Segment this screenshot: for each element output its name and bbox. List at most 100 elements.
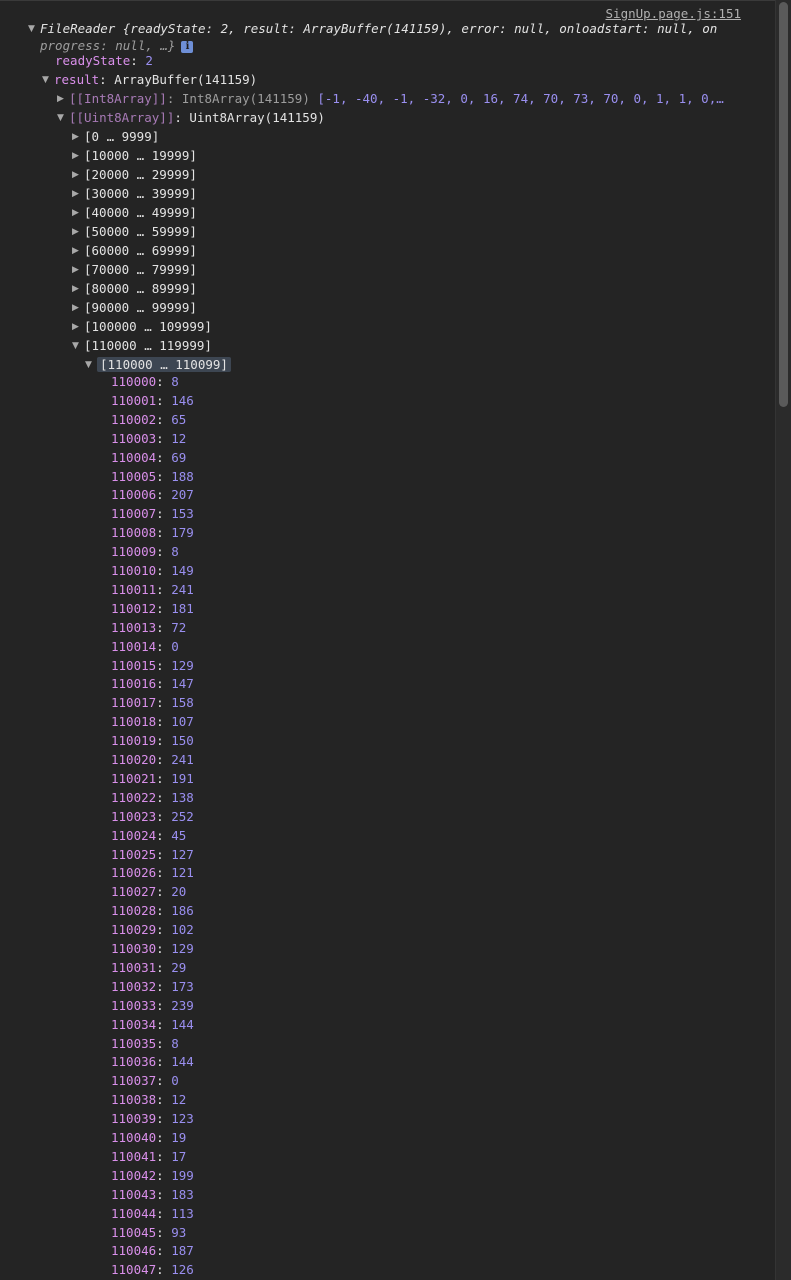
colon: : — [156, 506, 172, 521]
entry-value: 107 — [171, 714, 194, 729]
range-group[interactable]: ▶ [90000 … 99999] — [72, 299, 197, 317]
property-value: ArrayBuffer(141159) — [114, 72, 258, 87]
range-label: [0 … 9999] — [84, 129, 160, 144]
collapsed-triangle-icon[interactable]: ▶ — [72, 242, 84, 260]
range-group[interactable]: ▶ [70000 … 79999] — [72, 261, 197, 279]
entry-index: 110028 — [111, 903, 157, 918]
entry-index: 110020 — [111, 752, 157, 767]
entry-value: 72 — [171, 620, 187, 635]
range-group[interactable]: ▶ [40000 … 49999] — [72, 204, 197, 222]
entry-index: 110007 — [111, 506, 157, 521]
collapsed-triangle-icon[interactable]: ▶ — [72, 261, 84, 279]
colon: : — [156, 998, 172, 1013]
array-entry: 110046: 187 — [111, 1242, 194, 1260]
entry-value: 187 — [171, 1243, 194, 1258]
entry-index: 110031 — [111, 960, 157, 975]
colon: : — [166, 91, 182, 106]
property-result[interactable]: ▼ result: ArrayBuffer(141159) — [42, 71, 257, 89]
entry-index: 110029 — [111, 922, 157, 937]
entry-value: 150 — [171, 733, 194, 748]
range-group[interactable]: ▶ [10000 … 19999] — [72, 147, 197, 165]
entry-value: 144 — [171, 1017, 194, 1032]
expanded-triangle-icon[interactable]: ▼ — [72, 337, 84, 355]
entry-value: 123 — [171, 1111, 194, 1126]
entry-index: 110034 — [111, 1017, 157, 1032]
collapsed-triangle-icon[interactable]: ▶ — [72, 128, 84, 146]
range-group[interactable]: ▶ [50000 … 59999] — [72, 223, 197, 241]
collapsed-triangle-icon[interactable]: ▶ — [72, 318, 84, 336]
expanded-triangle-icon[interactable]: ▼ — [57, 109, 69, 127]
info-icon[interactable]: i — [181, 41, 194, 53]
entry-index: 110030 — [111, 941, 157, 956]
array-entry: 110016: 147 — [111, 675, 194, 693]
range-label: [50000 … 59999] — [84, 224, 197, 239]
expanded-triangle-icon[interactable]: ▼ — [28, 20, 40, 38]
vertical-scrollbar[interactable] — [775, 0, 791, 1280]
array-entry: 110042: 199 — [111, 1167, 194, 1185]
array-entry: 110003: 12 — [111, 430, 186, 448]
range-group[interactable]: ▶ [30000 … 39999] — [72, 185, 197, 203]
array-entry: 110011: 241 — [111, 581, 194, 599]
range-group[interactable]: ▶ [100000 … 109999] — [72, 318, 212, 336]
range-group[interactable]: ▶ [20000 … 29999] — [72, 166, 197, 184]
array-entry: 110022: 138 — [111, 789, 194, 807]
range-group[interactable]: ▶ [0 … 9999] — [72, 128, 159, 146]
collapsed-triangle-icon[interactable]: ▶ — [72, 299, 84, 317]
source-link[interactable]: SignUp.page.js:151 — [606, 6, 741, 21]
entry-index: 110012 — [111, 601, 157, 616]
array-entry: 110005: 188 — [111, 468, 194, 486]
property-value: 2 — [145, 53, 153, 68]
entry-value: 138 — [171, 790, 194, 805]
collapsed-triangle-icon[interactable]: ▶ — [72, 147, 84, 165]
entry-index: 110035 — [111, 1036, 157, 1051]
array-entry: 110031: 29 — [111, 959, 186, 977]
property-uint8array[interactable]: ▼ [[Uint8Array]]: Uint8Array(141159) — [57, 109, 325, 127]
console-top-border — [0, 0, 775, 1]
subrange-group-selected[interactable]: ▼ [110000 … 110099] — [85, 356, 231, 374]
entry-value: 69 — [171, 450, 187, 465]
array-entry: 110032: 173 — [111, 978, 194, 996]
collapsed-triangle-icon[interactable]: ▶ — [57, 90, 69, 108]
entry-value: 29 — [171, 960, 187, 975]
range-label: [90000 … 99999] — [84, 300, 197, 315]
expanded-triangle-icon[interactable]: ▼ — [42, 71, 54, 89]
array-entry: 110026: 121 — [111, 864, 194, 882]
entry-index: 110041 — [111, 1149, 157, 1164]
colon: : — [156, 1054, 172, 1069]
entry-index: 110047 — [111, 1262, 157, 1277]
entry-index: 110027 — [111, 884, 157, 899]
range-group-expanded[interactable]: ▼ [110000 … 119999] — [72, 337, 212, 355]
collapsed-triangle-icon[interactable]: ▶ — [72, 185, 84, 203]
entry-index: 110002 — [111, 412, 157, 427]
entry-value: 188 — [171, 469, 194, 484]
filereader-summary[interactable]: ▼ FileReader {readyState: 2, result: Arra… — [28, 20, 717, 38]
collapsed-triangle-icon[interactable]: ▶ — [72, 223, 84, 241]
range-group[interactable]: ▶ [80000 … 89999] — [72, 280, 197, 298]
colon: : — [156, 922, 172, 937]
expanded-triangle-icon[interactable]: ▼ — [85, 356, 97, 374]
property-int8array[interactable]: ▶ [[Int8Array]]: Int8Array(141159) [-1, -… — [57, 90, 724, 108]
array-entry: 110018: 107 — [111, 713, 194, 731]
collapsed-triangle-icon[interactable]: ▶ — [72, 280, 84, 298]
array-entry: 110038: 12 — [111, 1091, 186, 1109]
colon: : — [156, 903, 172, 918]
entry-index: 110011 — [111, 582, 157, 597]
entry-index: 110006 — [111, 487, 157, 502]
scrollbar-thumb[interactable] — [779, 2, 788, 407]
colon: : — [156, 469, 172, 484]
colon: : — [156, 639, 172, 654]
collapsed-triangle-icon[interactable]: ▶ — [72, 204, 84, 222]
entry-index: 110014 — [111, 639, 157, 654]
array-entry: 110043: 183 — [111, 1186, 194, 1204]
collapsed-triangle-icon[interactable]: ▶ — [72, 166, 84, 184]
colon: : — [174, 110, 190, 125]
colon: : — [156, 790, 172, 805]
entry-value: 199 — [171, 1168, 194, 1183]
entry-value: 153 — [171, 506, 194, 521]
entry-index: 110045 — [111, 1225, 157, 1240]
array-entry: 110040: 19 — [111, 1129, 186, 1147]
subrange-label: [110000 … 110099] — [97, 357, 231, 372]
range-group[interactable]: ▶ [60000 … 69999] — [72, 242, 197, 260]
entry-value: 241 — [171, 752, 194, 767]
range-label: [10000 … 19999] — [84, 148, 197, 163]
